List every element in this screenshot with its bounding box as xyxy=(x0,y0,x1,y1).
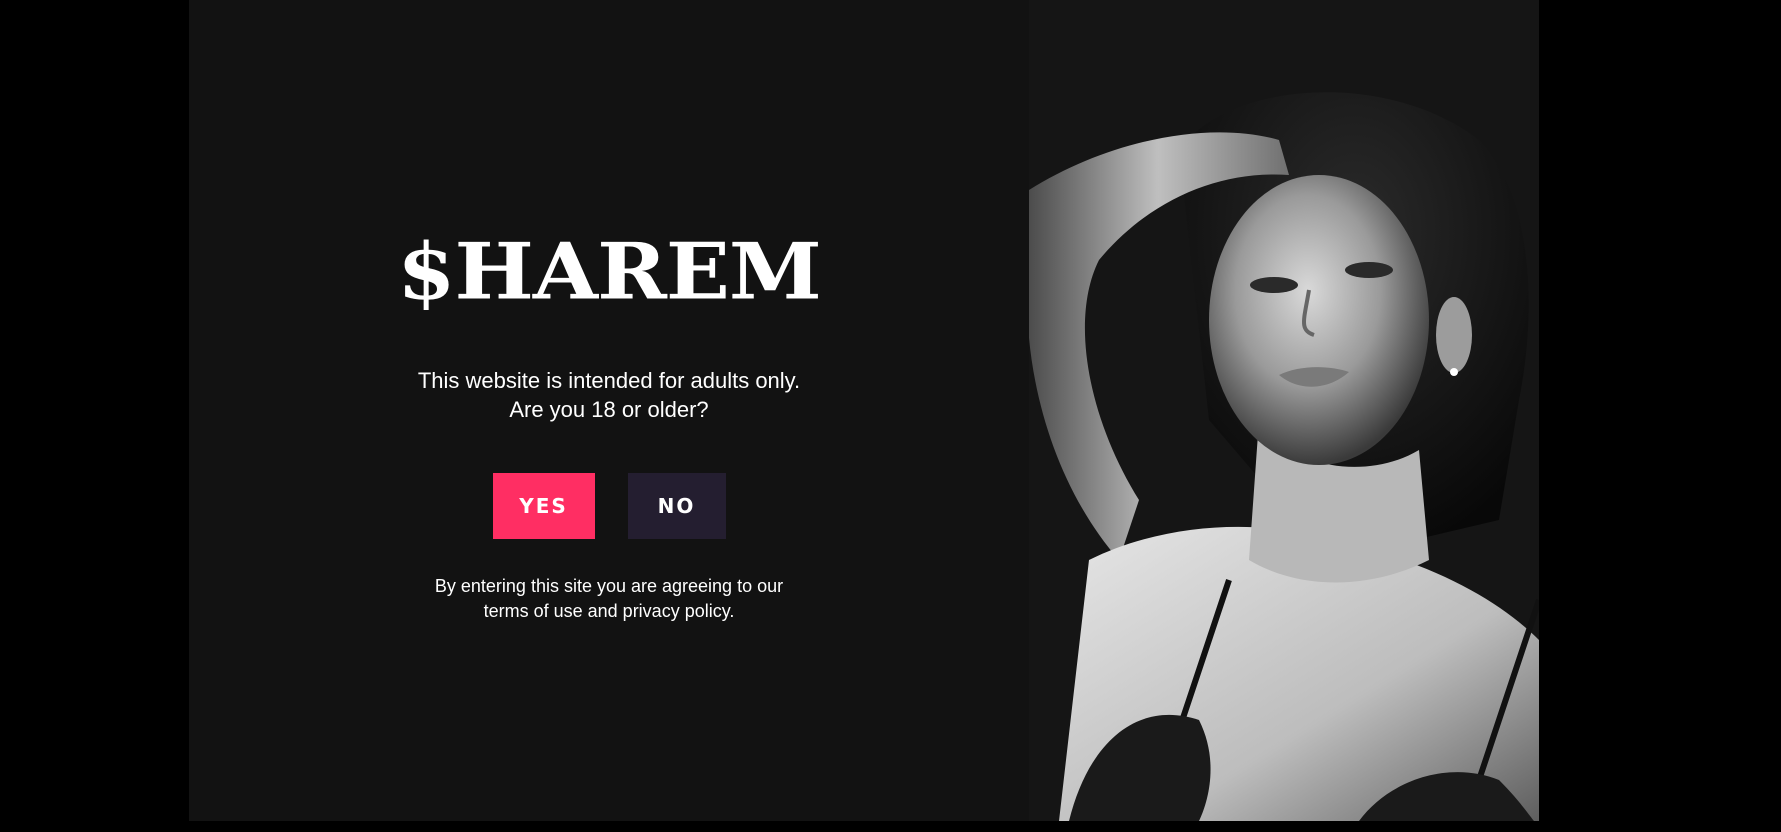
age-verification-modal: $HAREM This website is intended for adul… xyxy=(189,0,1539,821)
disclaimer-line-1: By entering this site you are agreeing t… xyxy=(434,576,784,596)
no-button[interactable]: NO xyxy=(627,473,726,539)
portrait-image xyxy=(1029,0,1539,821)
terms-disclaimer: By entering this site you are agreeing t… xyxy=(435,574,783,624)
age-prompt-line-2: Are you 18 or older? xyxy=(509,397,709,422)
age-prompt-line-1: This website is intended for adults only… xyxy=(417,368,801,393)
age-prompt: This website is intended for adults only… xyxy=(418,366,800,424)
yes-button[interactable]: YES xyxy=(492,473,595,539)
portrait-photo xyxy=(1029,0,1539,821)
age-buttons: YES NO xyxy=(492,473,726,539)
disclaimer-line-2: terms of use and privacy policy. xyxy=(483,601,735,621)
site-logo: $HAREM xyxy=(397,226,822,318)
age-gate-content: $HAREM This website is intended for adul… xyxy=(189,0,1029,821)
